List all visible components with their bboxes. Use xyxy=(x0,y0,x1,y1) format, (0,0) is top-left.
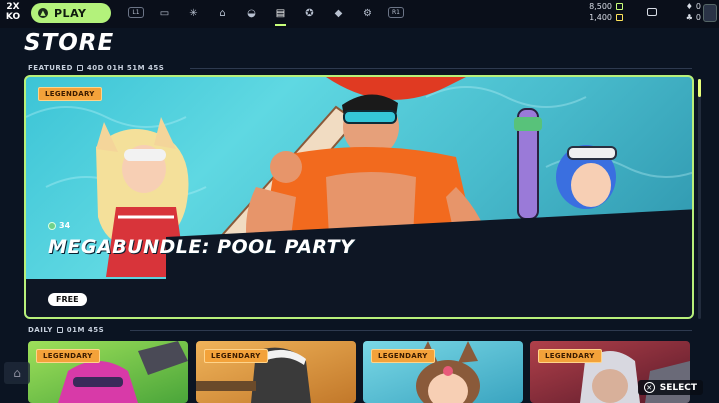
daily-item-card[interactable]: LEGENDARY xyxy=(363,341,523,403)
social-counts[interactable]: ♦ 0 ♣ 0 xyxy=(686,1,701,23)
r1-button-hint: R1 xyxy=(388,7,404,18)
daily-section-header: DAILY 01M 45S xyxy=(28,326,104,334)
wallet-icon[interactable] xyxy=(647,8,657,16)
select-hint[interactable]: ✕ SELECT xyxy=(637,380,703,395)
fuse-icon[interactable]: ◒ xyxy=(237,5,266,21)
awards-icon[interactable]: ✪ xyxy=(295,5,324,21)
featured-footer xyxy=(26,279,692,317)
featured-artwork xyxy=(26,77,692,317)
timer-icon xyxy=(76,65,83,71)
party-count: 0 xyxy=(695,13,701,22)
featured-label: FEATURED xyxy=(28,64,73,72)
section-divider xyxy=(130,330,692,331)
bundle-name: MEGABUNDLE: POOL PARTY xyxy=(48,236,355,258)
player-avatar[interactable] xyxy=(703,4,717,22)
rarity-badge: LEGENDARY xyxy=(204,349,268,363)
daily-item-card[interactable]: LEGENDARY xyxy=(28,341,188,403)
featured-gem-count: 34 xyxy=(48,221,70,230)
price-tag: FREE xyxy=(48,293,87,306)
top-navigation-bar: 2X KO ▲ PLAY L1 ▭ ✳ ⌂ ◒ ▤ ✪ ◆ ⚙ R1 8,500 … xyxy=(0,0,719,28)
settings-icon[interactable]: ⚙ xyxy=(353,5,382,21)
rarity-badge: LEGENDARY xyxy=(38,87,102,101)
featured-bundle-card[interactable]: LEGENDARY 34 MEGABUNDLE: POOL PARTY FREE xyxy=(24,75,694,319)
rarity-badge: LEGENDARY xyxy=(538,349,602,363)
scrollbar-thumb[interactable] xyxy=(698,79,701,97)
rarity-badge: LEGENDARY xyxy=(371,349,435,363)
daily-item-card[interactable]: LEGENDARY xyxy=(196,341,356,403)
play-button[interactable]: ▲ PLAY xyxy=(31,3,111,23)
rarity-badge: LEGENDARY xyxy=(36,349,100,363)
gem-currency-icon xyxy=(616,14,623,21)
featured-timer: 40D 01H 51M 45S xyxy=(86,64,165,72)
cross-button-icon: ✕ xyxy=(643,382,655,393)
home-shortcut-icon[interactable]: ⌂ xyxy=(4,362,30,384)
vault-icon[interactable]: ▭ xyxy=(150,5,179,21)
daily-label: DAILY xyxy=(28,326,53,334)
game-logo: 2X KO xyxy=(5,2,21,22)
select-label: SELECT xyxy=(659,382,697,393)
daily-timer: 01M 45S xyxy=(66,326,105,334)
coin-icon xyxy=(616,3,623,10)
currency-primary-amount: 8,500 xyxy=(589,2,612,11)
currency-secondary-amount: 1,400 xyxy=(589,13,612,22)
friends-count: 0 xyxy=(695,2,701,11)
abilities-icon[interactable]: ✳ xyxy=(179,5,208,21)
currency-display: 8,500 1,400 xyxy=(589,1,623,23)
featured-scrollbar[interactable] xyxy=(698,79,701,319)
gem-icon xyxy=(48,221,56,230)
main-nav: L1 ▭ ✳ ⌂ ◒ ▤ ✪ ◆ ⚙ R1 xyxy=(122,5,410,26)
friends-icon: ♦ xyxy=(685,2,693,11)
gem-count-value: 34 xyxy=(59,221,71,230)
section-divider xyxy=(190,68,692,69)
page-title: STORE xyxy=(24,30,115,56)
play-icon: ▲ xyxy=(38,8,48,18)
home-icon[interactable]: ⌂ xyxy=(208,5,237,21)
play-label: PLAY xyxy=(54,6,87,20)
l1-button-hint: L1 xyxy=(128,7,144,18)
store-icon[interactable]: ▤ xyxy=(266,5,295,26)
party-icon: ♣ xyxy=(685,13,693,22)
featured-section-header: FEATURED 40D 01H 51M 45S xyxy=(28,64,164,72)
learn-icon[interactable]: ◆ xyxy=(324,5,353,21)
timer-icon xyxy=(56,327,63,333)
